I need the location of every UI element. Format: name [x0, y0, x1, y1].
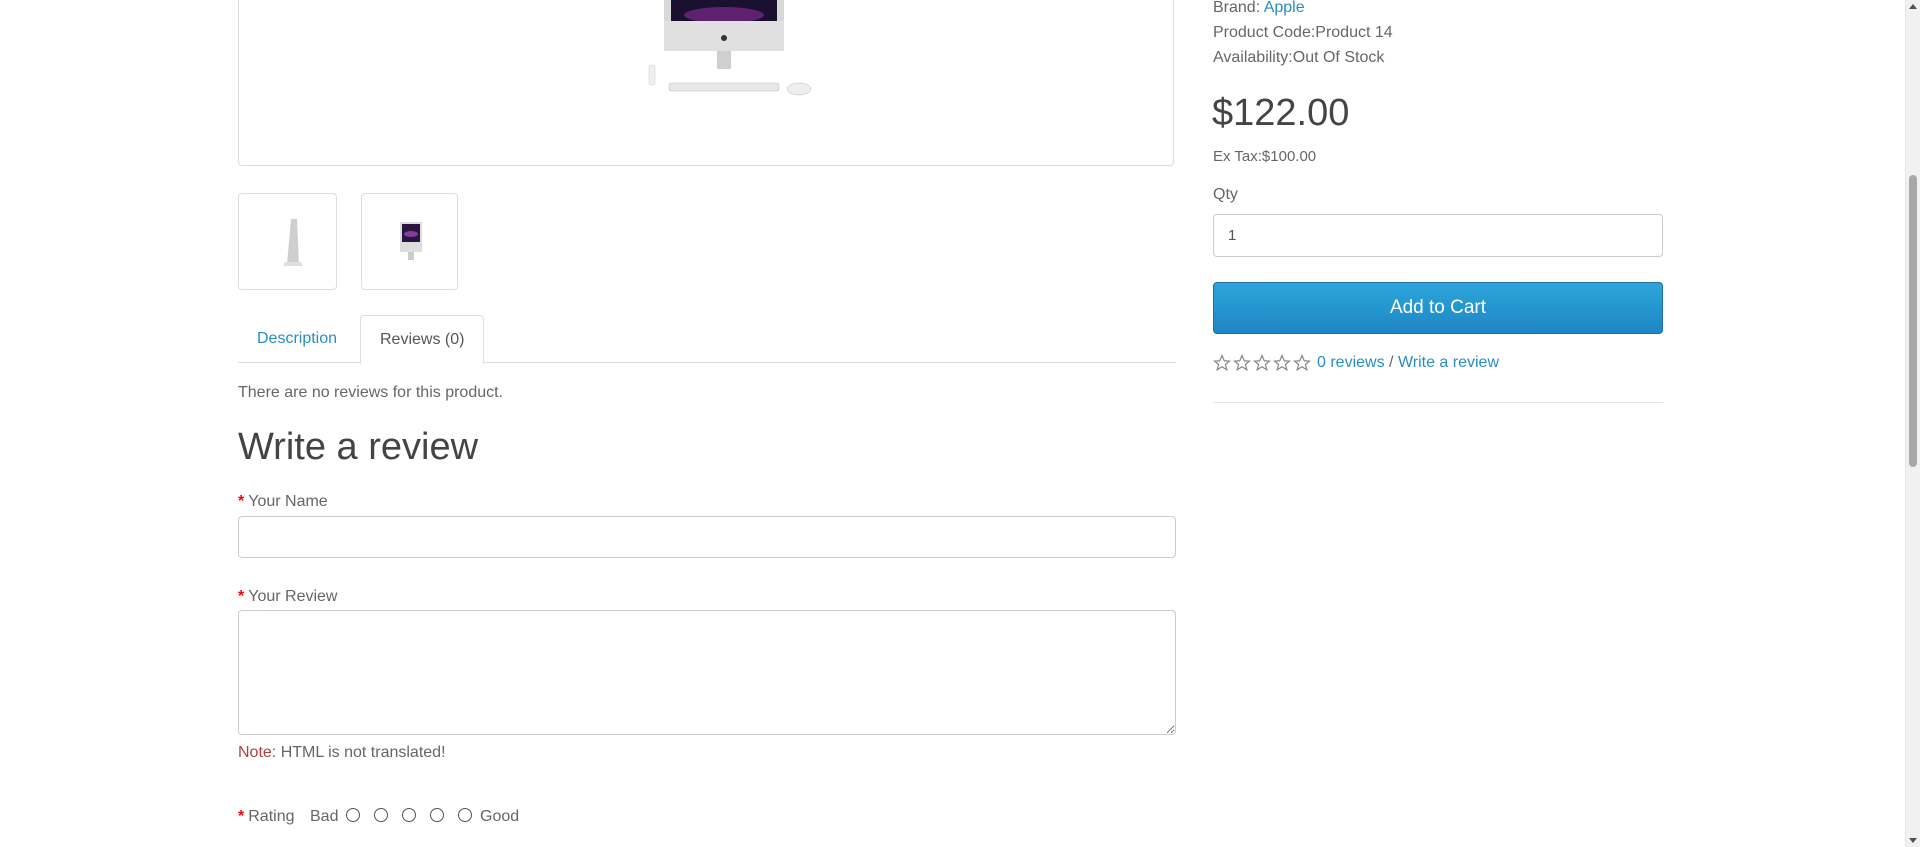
ex-tax-value: $100.00: [1261, 148, 1317, 165]
your-review-label: * Your Review: [238, 588, 337, 606]
tab-reviews[interactable]: Reviews (0): [360, 315, 485, 364]
no-reviews-message: There are no reviews for this product.: [238, 384, 504, 401]
main-product-image[interactable]: [238, 0, 1174, 166]
brand-label: Brand:: [1213, 0, 1261, 16]
reviews-count-link[interactable]: 0 reviews: [1317, 354, 1385, 371]
your-name-input[interactable]: [238, 516, 1176, 558]
imac-side-icon: [283, 219, 303, 266]
product-page: Description Reviews (0) There are no rev…: [0, 0, 1920, 847]
star-outline-icon: [1253, 354, 1271, 372]
star-outline-icon: [1233, 354, 1251, 372]
page-scrollbar[interactable]: [1905, 0, 1920, 847]
star-outline-icon: [1213, 354, 1231, 372]
rating-radio-5[interactable]: [458, 808, 472, 822]
availability-line: Availability:Out Of Stock: [1213, 49, 1384, 67]
required-marker: *: [238, 588, 245, 605]
tab-description[interactable]: Description: [238, 315, 356, 363]
scroll-down-arrow-icon[interactable]: [1909, 838, 1917, 843]
divider: [1213, 402, 1663, 403]
rating-radio-1[interactable]: [346, 808, 360, 822]
rating-label: * Rating: [238, 808, 294, 826]
html-note: Note: HTML is not translated!: [238, 744, 446, 762]
rating-radio-2[interactable]: [374, 808, 388, 822]
product-price: $122.00: [1212, 92, 1350, 134]
rating-radio-3[interactable]: [402, 808, 416, 822]
product-thumbnail[interactable]: [238, 193, 337, 290]
note-key: Note:: [238, 744, 277, 761]
write-review-link[interactable]: Write a review: [1398, 354, 1499, 371]
product-thumbnail[interactable]: [361, 193, 458, 290]
rating-label-text: Rating: [248, 808, 295, 825]
scroll-up-arrow-icon[interactable]: [1909, 4, 1917, 9]
ex-tax-price: Ex Tax:$100.00: [1213, 148, 1316, 165]
availability-value: Out Of Stock: [1292, 49, 1385, 66]
product-code-label: Product Code:: [1213, 24, 1316, 41]
write-review-heading: Write a review: [238, 426, 479, 468]
imac-image: [648, 0, 812, 96]
imac-front-icon: [400, 222, 422, 260]
your-review-textarea[interactable]: [238, 610, 1176, 735]
your-name-label: * Your Name: [238, 493, 328, 511]
required-marker: *: [238, 493, 245, 510]
ex-tax-label: Ex Tax:: [1213, 148, 1262, 165]
required-marker: *: [238, 808, 245, 825]
your-name-label-text: Your Name: [248, 493, 328, 510]
qty-input[interactable]: [1213, 214, 1663, 257]
separator: /: [1389, 354, 1394, 371]
rating-bad-label: Bad: [310, 808, 339, 825]
add-to-cart-button[interactable]: Add to Cart: [1213, 282, 1663, 334]
star-outline-icon: [1273, 354, 1291, 372]
product-code-line: Product Code:Product 14: [1213, 24, 1393, 42]
qty-label: Qty: [1213, 186, 1238, 203]
availability-label: Availability:: [1213, 49, 1293, 66]
scrollbar-thumb[interactable]: [1909, 175, 1917, 467]
brand-link[interactable]: Apple: [1264, 0, 1305, 16]
your-review-label-text: Your Review: [248, 588, 338, 605]
rating-summary-text: 0 reviews / Write a review: [1317, 354, 1499, 372]
brand-line: Brand: Apple: [1213, 0, 1305, 17]
star-outline-icon: [1293, 354, 1311, 372]
product-code-value: Product 14: [1315, 24, 1393, 41]
rating-radio-4[interactable]: [430, 808, 444, 822]
rating-good-label: Good: [480, 808, 520, 825]
note-text: HTML is not translated!: [280, 744, 446, 761]
product-tabs: Description Reviews (0): [238, 315, 1176, 364]
